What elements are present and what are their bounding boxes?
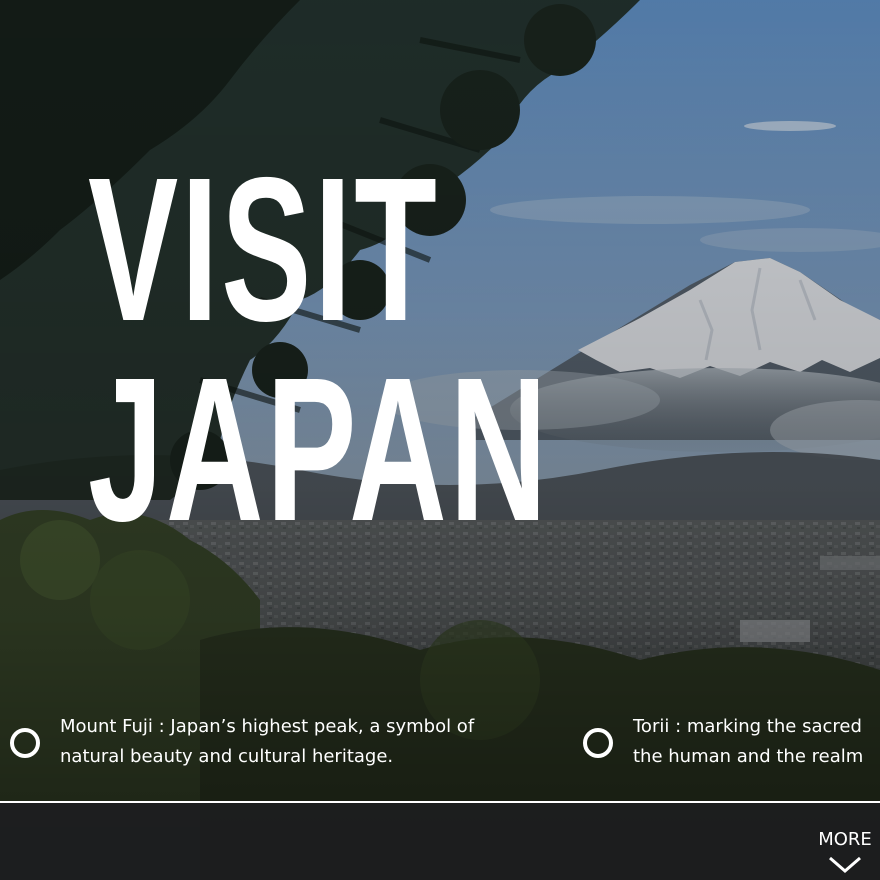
fact-text: Mount Fuji : Japan’s highest peak, a sym… <box>60 712 540 772</box>
chevron-down-icon <box>829 856 861 873</box>
hero-headline: VISIT JAPAN <box>88 135 550 564</box>
fact-text: Torii : marking the sacred the human and… <box>633 712 880 772</box>
fact-line-2: natural beauty and cultural heritage. <box>60 746 394 767</box>
circle-icon[interactable] <box>583 728 613 758</box>
more-label: MORE <box>818 829 872 850</box>
divider <box>0 801 880 803</box>
more-button[interactable]: MORE <box>812 828 878 874</box>
circle-icon[interactable] <box>10 728 40 758</box>
fact-line-2: the human and the realm <box>633 746 864 767</box>
fact-line-1: Mount Fuji : Japan’s highest peak, a sym… <box>60 716 475 737</box>
headline-line-visit: VISIT <box>88 135 440 364</box>
headline-line-japan: JAPAN <box>88 335 550 564</box>
fact-item-mount-fuji: Mount Fuji : Japan’s highest peak, a sym… <box>10 712 540 772</box>
fact-line-1: Torii : marking the sacred <box>633 716 862 737</box>
fact-item-torii: Torii : marking the sacred the human and… <box>583 712 880 772</box>
facts-carousel: Mount Fuji : Japan’s highest peak, a sym… <box>0 712 880 792</box>
hero-section: VISIT JAPAN Mount Fuji : Japan’s highest… <box>0 0 880 880</box>
